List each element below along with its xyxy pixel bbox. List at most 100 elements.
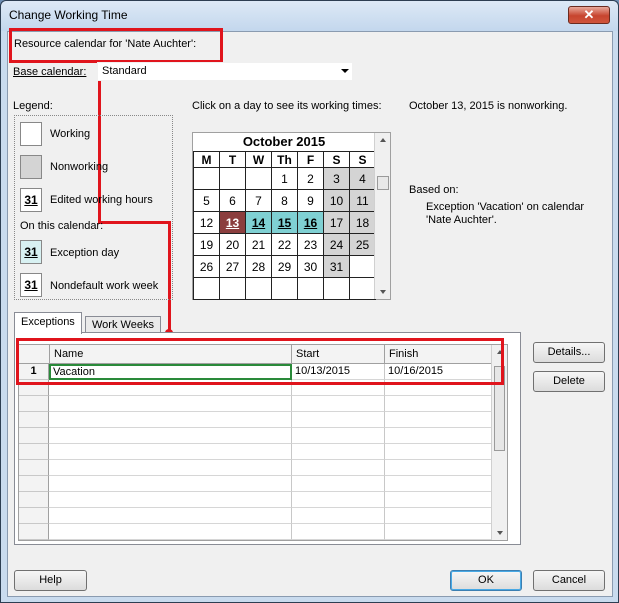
empty-cell[interactable] (292, 460, 385, 476)
calendar-day[interactable] (219, 277, 246, 300)
empty-cell[interactable] (49, 524, 292, 540)
exception-day-swatch: 31 (20, 240, 42, 264)
weekday-header: T (219, 151, 246, 168)
tab-exceptions[interactable]: Exceptions (14, 312, 82, 334)
row-number[interactable] (19, 460, 49, 476)
exceptions-panel: Name Start Finish 1 Vacation 10/13/2015 … (14, 332, 521, 545)
row-number[interactable] (19, 508, 49, 524)
calendar-day[interactable] (245, 167, 272, 190)
calendar-day[interactable] (349, 277, 376, 300)
calendar-day[interactable]: 1 (271, 167, 298, 190)
empty-cell[interactable] (385, 396, 492, 412)
calendar-day[interactable]: 26 (193, 255, 220, 278)
empty-cell[interactable] (385, 460, 492, 476)
calendar-day[interactable]: 31 (323, 255, 350, 278)
weekday-header: M (193, 151, 220, 168)
calendar-day[interactable]: 20 (219, 233, 246, 256)
empty-cell[interactable] (292, 492, 385, 508)
calendar-day[interactable]: 22 (271, 233, 298, 256)
empty-cell[interactable] (292, 524, 385, 540)
calendar-day[interactable]: 19 (193, 233, 220, 256)
empty-cell[interactable] (385, 492, 492, 508)
calendar-day[interactable] (323, 277, 350, 300)
calendar-day[interactable] (193, 277, 220, 300)
scroll-down-icon[interactable] (380, 290, 386, 294)
calendar-day[interactable]: 23 (297, 233, 324, 256)
empty-cell[interactable] (292, 476, 385, 492)
scroll-up-icon[interactable] (380, 138, 386, 142)
empty-cell[interactable] (292, 428, 385, 444)
calendar-day[interactable] (271, 277, 298, 300)
empty-cell[interactable] (49, 396, 292, 412)
calendar-day[interactable] (297, 277, 324, 300)
cancel-button[interactable]: Cancel (533, 570, 605, 591)
legend-nonworking: Nonworking (50, 161, 109, 173)
calendar-day[interactable]: 3 (323, 167, 350, 190)
calendar-day-exception[interactable]: 16 (297, 211, 324, 234)
empty-cell[interactable] (292, 396, 385, 412)
calendar-day[interactable]: 21 (245, 233, 272, 256)
empty-cell[interactable] (385, 524, 492, 540)
calendar-day[interactable] (349, 255, 376, 278)
calendar-day[interactable] (245, 277, 272, 300)
empty-cell[interactable] (49, 492, 292, 508)
close-button[interactable]: ✕ (568, 6, 610, 24)
delete-button[interactable]: Delete (533, 371, 605, 392)
empty-cell[interactable] (49, 476, 292, 492)
empty-cell[interactable] (385, 412, 492, 428)
empty-cell[interactable] (49, 508, 292, 524)
calendar-day[interactable]: 10 (323, 189, 350, 212)
calendar-day[interactable] (219, 167, 246, 190)
scroll-down-icon[interactable] (497, 531, 503, 535)
empty-cell[interactable] (385, 508, 492, 524)
calendar-day[interactable]: 24 (323, 233, 350, 256)
calendar-day[interactable]: 7 (245, 189, 272, 212)
row-number[interactable] (19, 412, 49, 428)
calendar-day[interactable]: 9 (297, 189, 324, 212)
calendar-scrollbar[interactable] (374, 133, 390, 299)
calendar-day[interactable]: 29 (271, 255, 298, 278)
calendar-day[interactable]: 8 (271, 189, 298, 212)
row-number[interactable] (19, 428, 49, 444)
details-button[interactable]: Details... (533, 342, 605, 363)
calendar-day-exception[interactable]: 15 (271, 211, 298, 234)
calendar-day[interactable]: 4 (349, 167, 376, 190)
empty-cell[interactable] (292, 444, 385, 460)
calendar-day[interactable]: 11 (349, 189, 376, 212)
calendar-day[interactable]: 2 (297, 167, 324, 190)
calendar-day[interactable]: 28 (245, 255, 272, 278)
empty-cell[interactable] (49, 444, 292, 460)
empty-cell[interactable] (49, 460, 292, 476)
month-calendar[interactable]: October 2015 M T W Th F S S 1 2 3 4 5 6 … (192, 132, 391, 300)
empty-cell[interactable] (385, 428, 492, 444)
row-number[interactable] (19, 444, 49, 460)
weekday-header: S (323, 151, 350, 168)
empty-cell[interactable] (49, 412, 292, 428)
help-button[interactable]: Help (14, 570, 87, 591)
calendar-day-exception[interactable]: 14 (245, 211, 272, 234)
calendar-day[interactable]: 12 (193, 211, 220, 234)
calendar-day[interactable]: 18 (349, 211, 376, 234)
tab-work-weeks[interactable]: Work Weeks (85, 316, 161, 333)
empty-cell[interactable] (49, 428, 292, 444)
calendar-day[interactable]: 30 (297, 255, 324, 278)
ok-button[interactable]: OK (450, 570, 522, 591)
empty-cell[interactable] (292, 412, 385, 428)
calendar-day[interactable]: 5 (193, 189, 220, 212)
row-number[interactable] (19, 524, 49, 540)
row-number[interactable] (19, 492, 49, 508)
working-swatch (20, 122, 42, 146)
empty-cell[interactable] (385, 444, 492, 460)
row-number[interactable] (19, 476, 49, 492)
calendar-day[interactable] (193, 167, 220, 190)
base-calendar-select[interactable]: Standard (97, 62, 353, 81)
calendar-day-selected[interactable]: 13 (219, 211, 246, 234)
calendar-day[interactable]: 6 (219, 189, 246, 212)
empty-cell[interactable] (292, 508, 385, 524)
calendar-day[interactable]: 17 (323, 211, 350, 234)
row-number[interactable] (19, 396, 49, 412)
scroll-thumb[interactable] (377, 176, 389, 190)
calendar-day[interactable]: 27 (219, 255, 246, 278)
empty-cell[interactable] (385, 476, 492, 492)
calendar-day[interactable]: 25 (349, 233, 376, 256)
